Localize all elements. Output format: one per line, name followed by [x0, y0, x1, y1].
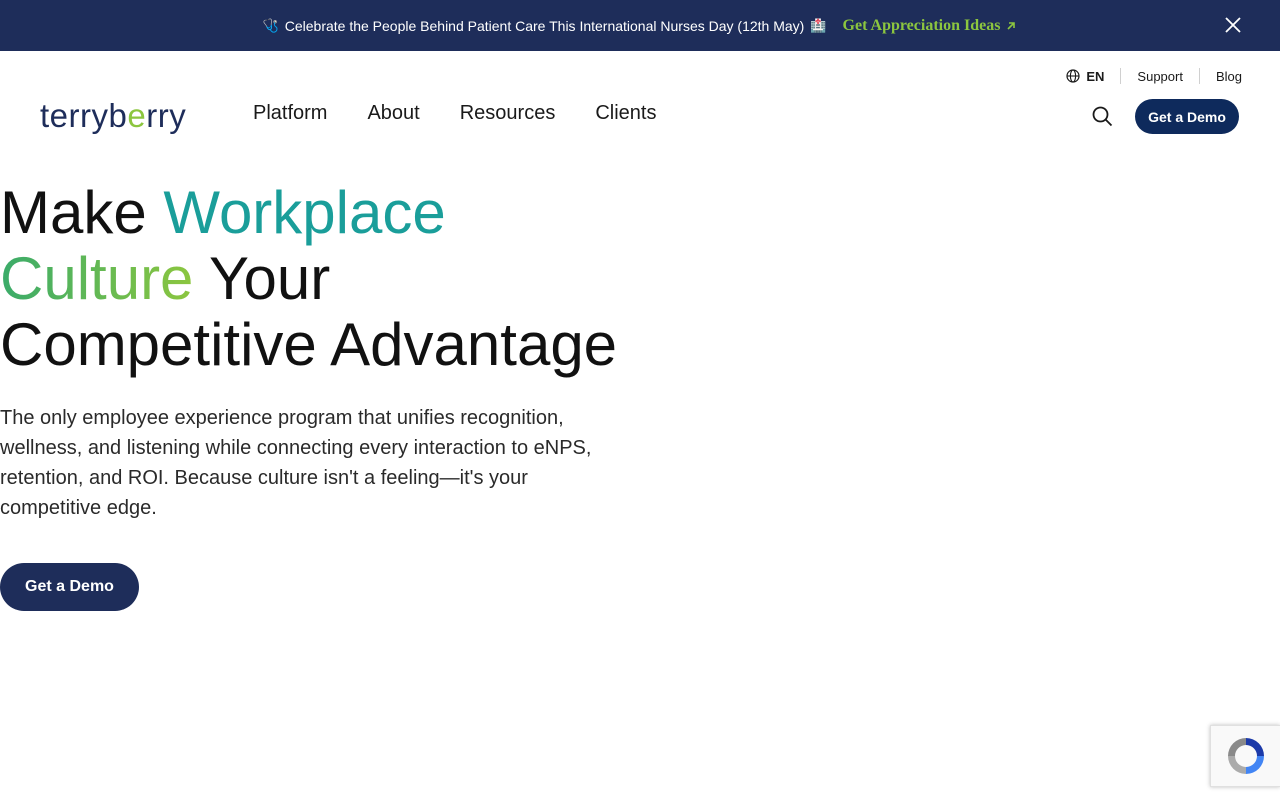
recaptcha-badge[interactable] — [1210, 725, 1280, 787]
terryberry-logo[interactable]: terryb e rry — [40, 96, 186, 136]
nav-item-resources[interactable]: Resources — [460, 102, 556, 125]
announcement-message: 🩺 Celebrate the People Behind Patient Ca… — [263, 18, 827, 34]
globe-icon — [1066, 69, 1080, 83]
search-icon[interactable] — [1092, 106, 1113, 127]
hero-title-line3: Competitive Advantage — [0, 311, 618, 378]
nav-item-about[interactable]: About — [367, 102, 419, 125]
main-nav: Platform About Resources Clients — [253, 102, 656, 125]
announcement-text: Celebrate the People Behind Patient Care… — [284, 17, 805, 34]
hospital-icon: 🏥 — [810, 17, 827, 33]
language-selector[interactable]: EN — [1066, 69, 1120, 84]
arrow-up-right-icon — [1007, 21, 1016, 30]
hero-title-your: Your — [193, 245, 331, 312]
support-link[interactable]: Support — [1121, 69, 1199, 84]
appreciation-ideas-link[interactable]: Get Appreciation Ideas — [843, 17, 1018, 35]
hero-title-workplace: Workplace — [163, 179, 446, 246]
stethoscope-icon: 🩺 — [262, 17, 279, 33]
utility-bar: EN Support Blog — [1066, 66, 1242, 86]
nav-item-clients[interactable]: Clients — [595, 102, 656, 125]
recaptcha-icon — [1227, 738, 1264, 774]
hero-title-make: Make — [0, 179, 164, 246]
appreciation-ideas-label: Get Appreciation Ideas — [842, 16, 1001, 34]
blog-link[interactable]: Blog — [1200, 69, 1242, 84]
language-label: EN — [1086, 68, 1105, 84]
hero-title-culture: Culture — [0, 245, 194, 312]
hero-subtitle: The only employee experience program tha… — [0, 407, 592, 519]
hero-title: Make Workplace Culture Your Competitive … — [0, 180, 700, 378]
logo-text-start: terryb — [40, 97, 128, 134]
logo-text-e: e — [127, 97, 147, 134]
nav-item-platform[interactable]: Platform — [253, 102, 327, 125]
close-icon[interactable] — [1224, 16, 1242, 34]
announcement-bar: 🩺 Celebrate the People Behind Patient Ca… — [0, 0, 1280, 51]
nav-get-demo-button[interactable]: Get a Demo — [1135, 99, 1239, 134]
hero-get-demo-button[interactable]: Get a Demo — [0, 563, 139, 611]
logo-text-end: rry — [146, 97, 187, 134]
